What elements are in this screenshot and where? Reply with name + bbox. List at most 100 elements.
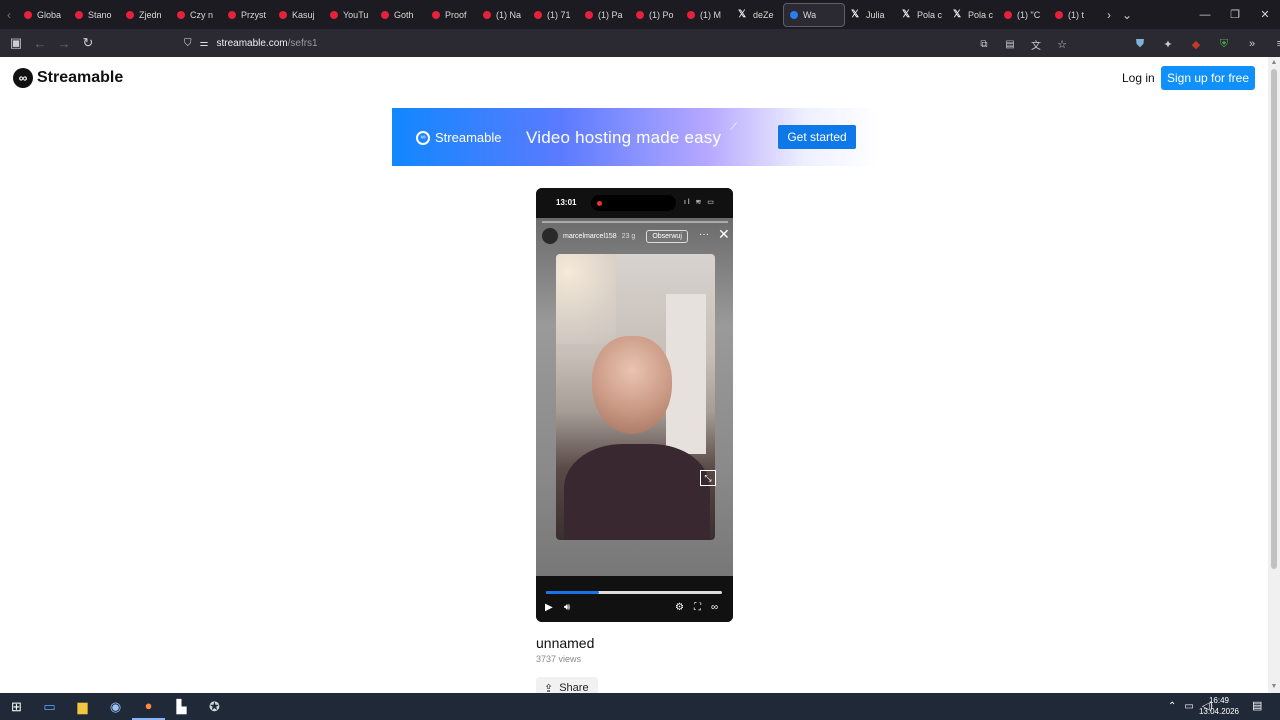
app-icon[interactable]: ✪ [198,693,231,720]
browser-tab[interactable]: Czy n [171,3,222,27]
browser-tab[interactable]: (1) Na [477,3,528,27]
person-face [592,336,672,434]
browser-tab[interactable]: (1) M [681,3,732,27]
notifications-icon[interactable]: ▤ [1252,699,1262,712]
x-icon: 𝕏 [851,8,860,20]
page-scrollbar[interactable]: ▲ ▼ [1268,57,1280,693]
browser-tab[interactable]: Goth [375,3,426,27]
streamable-watermark-icon[interactable]: ∞ [711,602,718,613]
scroll-down-icon[interactable]: ▼ [1270,683,1278,691]
shield-icon[interactable]: ⛉ [184,38,192,49]
volume-icon[interactable]: 🔊︎ [564,602,570,613]
restore-icon[interactable]: ❐ [1220,0,1250,29]
settings-gear-icon[interactable]: ⚙ [675,602,684,613]
picture-in-picture-icon[interactable]: ⧉ [972,32,996,56]
browser-tab[interactable]: Zjedn [120,3,171,27]
fullscreen-icon[interactable]: ⛶ [694,602,701,613]
close-window-icon[interactable]: ✕ [1250,0,1280,29]
tab-label: Stano [88,9,112,20]
play-icon[interactable]: ▶ [545,602,553,613]
youtube-icon [75,10,83,19]
taskbar-clock[interactable]: 16:49 13.04.2026 [1196,695,1242,717]
youtube-icon [1004,10,1012,19]
tab-scroll-right-icon[interactable]: › [1100,0,1118,29]
recording-dot-icon [597,201,602,206]
tab-label: Globa [37,9,62,20]
more-tools-icon[interactable]: » [1240,32,1264,56]
scroll-thumb[interactable] [1271,69,1277,569]
tab-scroll-left-icon[interactable]: ‹ [0,0,18,29]
browser-tab[interactable]: (1) "C [998,3,1049,27]
story-username: marcelmarcel158 [563,232,617,240]
tab-label: Zjedn [139,9,162,20]
tab-label: (1) "C [1017,9,1041,20]
share-button[interactable]: ⇪ Share [536,677,598,693]
youtube-icon [228,10,236,19]
reload-icon[interactable]: ↻ [76,31,100,55]
video-frame[interactable] [556,254,715,540]
tab-label: Julia [866,9,885,20]
ublock-icon[interactable]: ◆ [1184,32,1208,56]
browser-tab[interactable]: Proof [426,3,477,27]
tab-label: Przyst [241,9,267,20]
browser-tab[interactable]: Przyst [222,3,273,27]
browser-tab[interactable]: YouTu [324,3,375,27]
tab-label: Kasuj [292,9,315,20]
navigation-toolbar: ▣ ← → ↻ ⛉ ⚌ streamable.com/sefrs1 ⧉ ▤ 文 … [0,29,1280,57]
start-icon[interactable]: ⊞ [0,693,33,720]
firefox-icon[interactable]: ● [132,693,165,720]
back-icon[interactable]: ← [28,31,52,55]
tab-label: YouTu [343,9,369,20]
banner-logo: ∞ Streamable [416,130,501,145]
site-info-icon[interactable]: ⚌ [200,38,209,49]
tab-label: Czy n [190,9,214,20]
logo-text: Streamable [37,69,124,86]
status-time: 13:01 [556,198,577,207]
screenshot-icon[interactable]: ▤ [998,32,1022,56]
expand-icon[interactable]: ⤡ [700,470,716,486]
extension-shield-icon[interactable]: ⛊ [1128,32,1152,56]
scroll-up-icon[interactable]: ▲ [1270,59,1278,67]
browser-tab[interactable]: 𝕏 Pola c [947,3,998,27]
browser-tab[interactable]: (1) Pa [579,3,630,27]
youtube-icon [432,10,440,19]
tray-chevron-icon[interactable]: ⌃ [1168,701,1176,712]
extension-green-icon[interactable]: ⛨ [1212,32,1236,56]
browser-tab[interactable]: 𝕏 Pola c [896,3,947,27]
file-explorer-icon[interactable]: ▆ [66,693,99,720]
video-player[interactable]: 13:01 ıl ≋ ▭ marcelmarcel158 23 g Obserw… [536,188,733,622]
browser-tab[interactable]: (1) t [1049,3,1100,27]
browser-tab[interactable]: (1) Po [630,3,681,27]
menu-icon[interactable]: ≡ [1268,32,1280,56]
steam-icon[interactable]: ◉ [99,693,132,720]
x-icon: 𝕏 [738,8,747,20]
browser-tab[interactable]: Kasuj [273,3,324,27]
bookmark-star-icon[interactable]: ☆ [1050,32,1074,56]
browser-tab[interactable]: 𝕏 Julia [845,3,896,27]
network-icon[interactable]: ▭ [1184,701,1193,712]
page-content: ∞ Streamable Log in Sign up for free ∞ S… [0,57,1268,693]
login-link[interactable]: Log in [1122,71,1155,85]
get-started-button[interactable]: Get started [778,125,856,149]
extensions-icon[interactable]: ✦ [1156,32,1180,56]
address-bar[interactable]: ⛉ ⚌ streamable.com/sefrs1 [176,32,1048,54]
light-glow [556,254,616,344]
tab-list-icon[interactable]: ⌄ [1118,0,1136,29]
forward-icon[interactable]: → [52,31,76,55]
browser-tab[interactable]: Stano [69,3,120,27]
notion-icon[interactable]: ▙ [165,693,198,720]
browser-tab[interactable]: (1) 71 [528,3,579,27]
seek-bar[interactable] [546,591,722,594]
streamable-logo[interactable]: ∞ Streamable [13,68,123,88]
browser-tab[interactable]: Globa [18,3,69,27]
promo-banner[interactable]: ∞ Streamable Video hosting made easy ⟋ G… [392,108,878,166]
signup-button[interactable]: Sign up for free [1161,66,1255,90]
sidebar-icon[interactable]: ▣ [4,31,28,55]
youtube-icon [636,10,644,19]
remote-desktop-icon[interactable]: ▭ [33,693,66,720]
minimize-icon[interactable]: — [1190,0,1220,29]
translate-icon[interactable]: 文 [1024,32,1048,56]
sparkle-icon: ⟋ [730,122,737,133]
browser-tab[interactable]: 𝕏deZe [732,3,783,27]
browser-tab[interactable]: Wa [783,2,845,27]
